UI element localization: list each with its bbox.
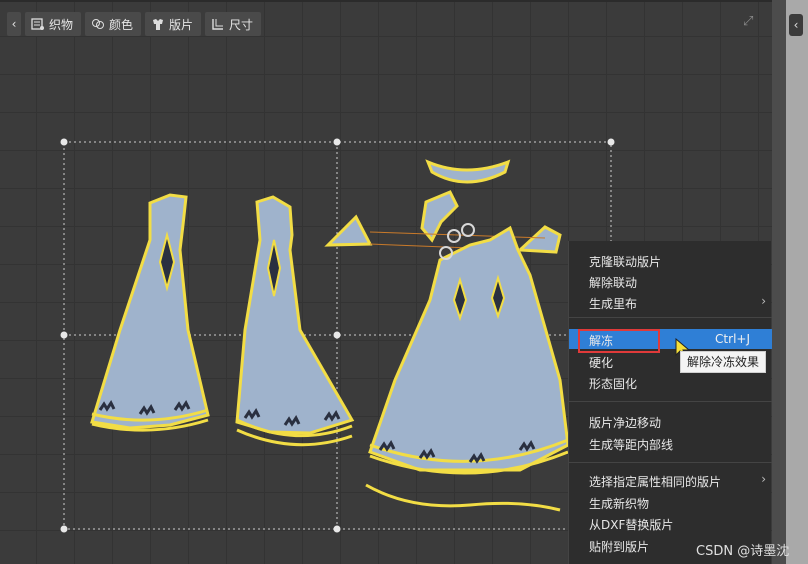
menu-item-generate-lining[interactable]: 生成里布 › [569, 292, 772, 312]
pattern-piece-front[interactable] [90, 193, 210, 432]
menu-item-clone-linked[interactable]: 克隆联动版片 [569, 250, 772, 270]
bbox-handle [333, 331, 341, 339]
gear-icon [447, 229, 461, 243]
menu-item-new-fabric[interactable]: 生成新织物 [569, 492, 772, 512]
pattern-piece-collar[interactable] [324, 159, 562, 254]
menu-item-replace-from-dxf[interactable]: 从DXF替换版片 [569, 513, 772, 533]
menu-item-unlink[interactable]: 解除联动 [569, 271, 772, 291]
right-panel [772, 0, 808, 564]
menu-item-solidify-shape[interactable]: 形态固化 [569, 372, 772, 392]
menu-divider [569, 401, 772, 402]
menu-item-select-same-property[interactable]: 选择指定属性相同的版片 › [569, 470, 772, 490]
gear-icon [461, 223, 475, 237]
bbox-handle [333, 525, 341, 533]
pattern-piece-back[interactable] [235, 195, 355, 447]
menu-item-move-seam[interactable]: 版片净边移动 [569, 411, 772, 431]
menu-divider [569, 317, 772, 318]
menu-item-offset-internal-line[interactable]: 生成等距内部线 [569, 433, 772, 453]
watermark: CSDN @诗墨沈 [696, 544, 790, 559]
bbox-handle [333, 138, 341, 146]
bbox-handle [60, 525, 68, 533]
submenu-arrow-icon: › [761, 294, 766, 308]
right-panel-collapse-button[interactable]: ‹ [789, 14, 803, 36]
submenu-arrow-icon: › [761, 472, 766, 486]
annotation-highlight-box [578, 329, 660, 353]
pattern-piece-main[interactable] [365, 223, 570, 512]
bbox-handle [60, 331, 68, 339]
bbox-handle [607, 138, 615, 146]
context-menu: 克隆联动版片 解除联动 生成里布 › 解冻 Ctrl+J 硬化 形态固化 版片净边移… [568, 241, 772, 564]
bbox-handle [60, 138, 68, 146]
menu-divider [569, 462, 772, 463]
tooltip: 解除冷冻效果 [680, 351, 767, 373]
